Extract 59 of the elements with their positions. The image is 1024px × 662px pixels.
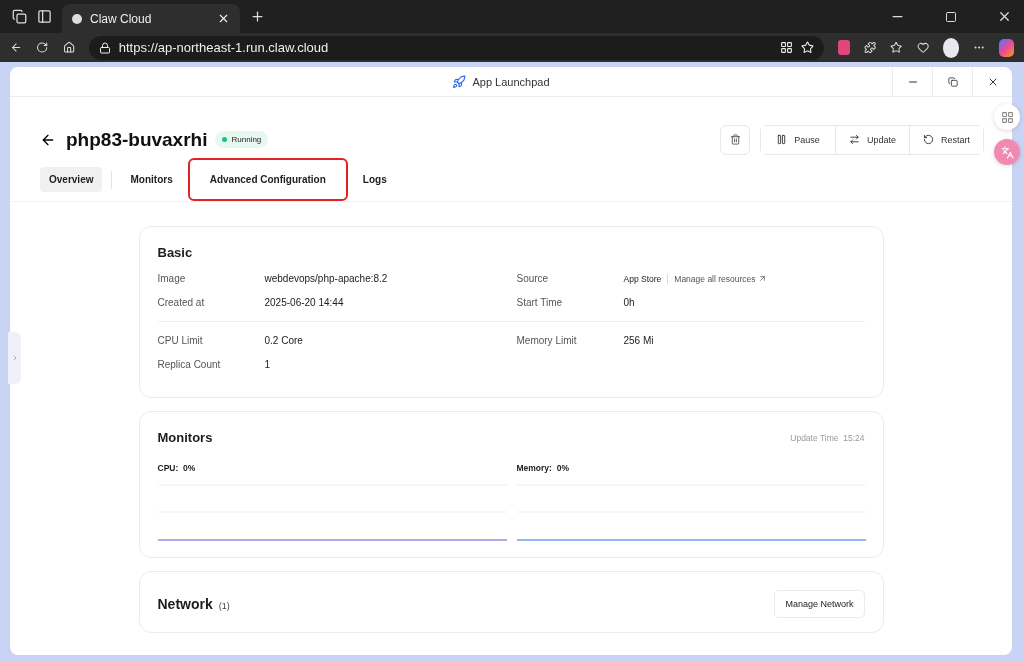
sidebar-icon[interactable]	[37, 9, 52, 24]
restore-icon	[947, 76, 958, 87]
status-badge: Running	[215, 131, 269, 148]
delete-button[interactable]	[720, 124, 750, 155]
extensions-icon[interactable]	[864, 40, 877, 55]
browser-tab[interactable]: Claw Cloud	[62, 4, 240, 33]
favorites-icon[interactable]	[890, 40, 903, 55]
field-label: Source	[516, 273, 550, 284]
close-icon[interactable]	[217, 12, 230, 25]
tab[interactable]: Monitors	[121, 167, 182, 192]
card-title: Monitors	[157, 430, 213, 445]
field-value: 1	[264, 359, 272, 370]
network-count: (1)	[218, 601, 230, 611]
action-button[interactable]: Restart	[909, 125, 983, 154]
card-title: Basic	[157, 245, 194, 260]
tab-title: Claw Cloud	[90, 11, 153, 26]
tab-actions-icon[interactable]	[12, 9, 27, 24]
apps-icon	[779, 41, 793, 54]
url-text: https://ap-northeast-1.run.claw.cloud	[118, 40, 330, 55]
close-icon[interactable]	[997, 9, 1012, 24]
external-link-icon	[757, 274, 767, 283]
field-label: Image	[157, 273, 187, 284]
card-title: Network	[157, 596, 213, 612]
manage-network-button[interactable]: Manage Network	[774, 590, 865, 618]
metric-label: CPU: 0%	[157, 463, 197, 473]
field-label: Created at	[157, 297, 206, 308]
field-value: 2025-06-20 14:44	[264, 297, 345, 308]
update-time: Update Time 15:24	[790, 432, 865, 443]
field-label: Replica Count	[157, 359, 222, 370]
reload-icon[interactable]	[36, 40, 49, 55]
avatar[interactable]	[942, 37, 960, 58]
field-value: 256 Mi	[623, 335, 655, 346]
tab[interactable]: Overview	[40, 167, 103, 192]
home-icon[interactable]	[62, 40, 75, 55]
manage-resources-link[interactable]: Manage all resources	[667, 273, 767, 284]
tab[interactable]: Logs	[353, 167, 396, 192]
trash-icon	[729, 134, 741, 145]
rocket-icon	[452, 74, 467, 89]
field-label: Start Time	[516, 297, 564, 308]
tab[interactable]: Advanced Configuration	[189, 160, 346, 199]
field-label: Memory Limit	[516, 335, 578, 346]
maximize-icon[interactable]	[945, 10, 957, 23]
lock-icon	[98, 41, 111, 54]
field-value: 0h	[623, 297, 636, 308]
window-title: App Launchpad	[472, 75, 550, 88]
new-tab-icon[interactable]	[250, 9, 265, 24]
pause-icon	[776, 134, 788, 145]
favorite-icon	[800, 41, 814, 54]
field-value: webdevops/php-apache:8.2	[264, 273, 389, 284]
swap-icon	[849, 134, 860, 145]
field-value: App Store	[623, 273, 662, 284]
sidebar-handle[interactable]	[8, 332, 21, 384]
back-icon[interactable]	[10, 40, 23, 55]
field-value: 0.2 Core	[264, 335, 304, 346]
field-label: CPU Limit	[157, 335, 204, 346]
address-bar[interactable]: https://ap-northeast-1.run.claw.cloud	[88, 35, 824, 60]
app-name: php83-buvaxrhi	[66, 128, 208, 151]
metric-label: Memory: 0%	[516, 463, 570, 473]
restart-icon	[923, 134, 934, 145]
